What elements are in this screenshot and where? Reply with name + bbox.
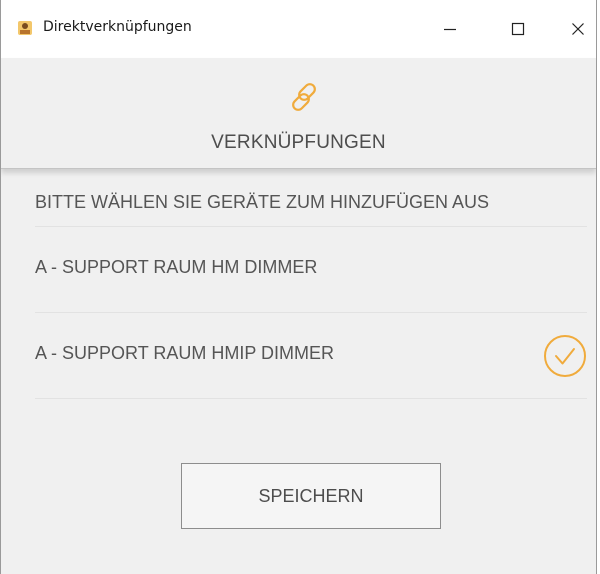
device-label: A - SUPPORT RAUM HM DIMMER — [35, 257, 318, 277]
close-button[interactable] — [547, 0, 596, 58]
device-row-hmip-dimmer[interactable]: A - SUPPORT RAUM HMIP DIMMER — [35, 313, 587, 397]
device-row-hm-dimmer[interactable]: A - SUPPORT RAUM HM DIMMER — [35, 227, 587, 311]
maximize-button[interactable] — [487, 0, 549, 58]
minimize-button[interactable] — [419, 0, 481, 58]
page-title: VERKNÜPFUNGEN — [211, 132, 386, 153]
divider — [35, 398, 587, 399]
checkmark-circle-icon — [544, 335, 586, 377]
window-title: Direktverknüpfungen — [43, 19, 192, 35]
instruction-text: BITTE WÄHLEN SIE GERÄTE ZUM HINZUFÜGEN A… — [35, 192, 490, 212]
close-icon — [572, 23, 584, 35]
device-label: A - SUPPORT RAUM HMIP DIMMER — [35, 343, 335, 363]
minimize-icon — [444, 28, 456, 31]
link-icon — [292, 83, 316, 111]
maximize-icon — [511, 22, 525, 36]
app-window: Direktverknüpfungen VERKNÜPFUNGEN BITTE … — [0, 0, 597, 574]
title-bar[interactable]: Direktverknüpfungen — [1, 0, 596, 58]
save-button[interactable]: SPEICHERN — [181, 463, 441, 529]
page-header: VERKNÜPFUNGEN — [1, 58, 596, 169]
app-icon — [18, 21, 32, 35]
